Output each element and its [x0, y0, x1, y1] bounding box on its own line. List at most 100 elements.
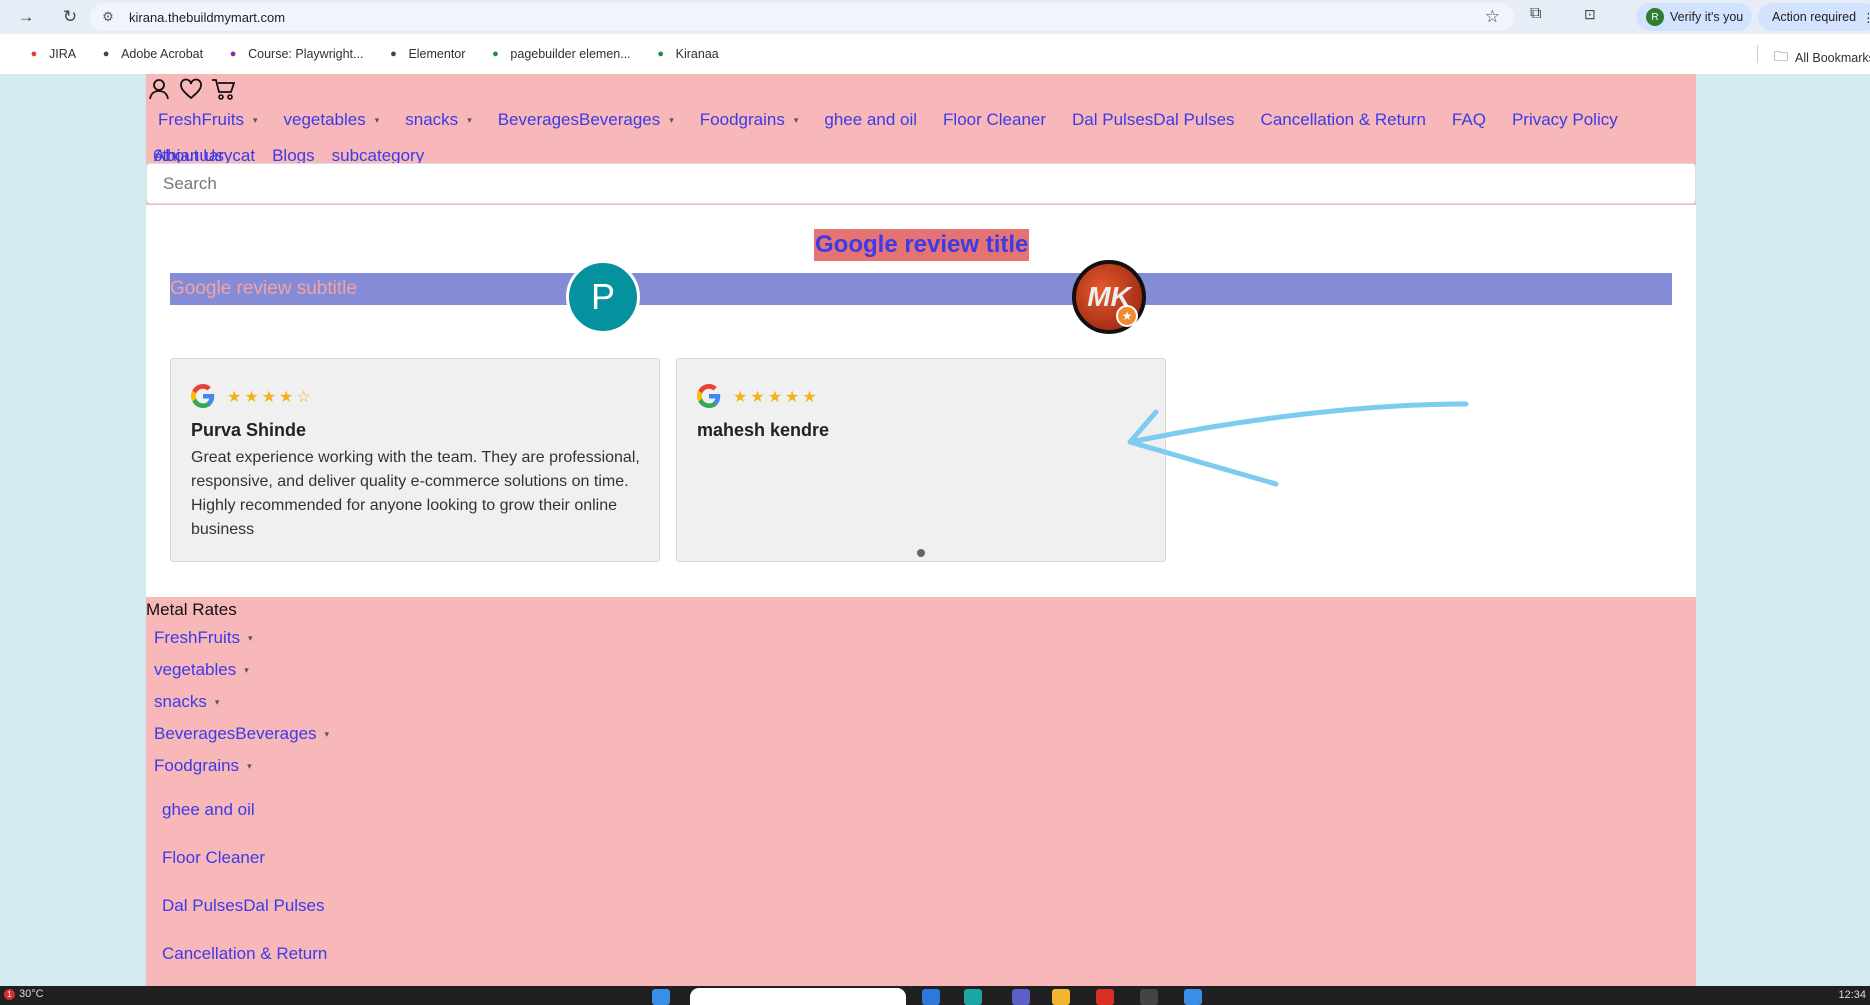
reload-icon[interactable]: ↻: [58, 5, 82, 29]
menu-item[interactable]: BeveragesBeverages ▾: [490, 102, 682, 138]
start-icon[interactable]: [652, 989, 670, 1005]
check-icon: ●: [657, 48, 664, 60]
acrobat-icon: ●: [102, 48, 110, 60]
footer-menu-item[interactable]: Foodgrains ▾: [146, 750, 329, 782]
footer-menu-label: vegetables: [154, 660, 237, 679]
chevron-down-icon: ▾: [467, 114, 472, 125]
menu-item[interactable]: FAQ: [1444, 102, 1494, 138]
clock: 12:34: [1838, 989, 1866, 1001]
footer-menu-item[interactable]: FreshFruits ▾: [146, 622, 329, 654]
verify-label: Verify it's you: [1670, 10, 1744, 24]
chrome-icon[interactable]: [1096, 989, 1114, 1005]
footer-menu-item[interactable]: BeveragesBeverages ▾: [146, 718, 329, 750]
folder-icon: 🗀: [1774, 48, 1788, 64]
search-input[interactable]: [147, 164, 1695, 203]
weather-widget[interactable]: 1 30°C: [4, 988, 44, 1000]
address-bar[interactable]: ⚙ kirana.thebuildmymart.com ☆: [90, 3, 1514, 31]
url-text[interactable]: kirana.thebuildmymart.com: [129, 10, 285, 25]
menu-item-label: FAQ: [1451, 110, 1486, 129]
review-title: Google review title: [814, 229, 1030, 261]
menu-item[interactable]: Cancellation & Return: [1253, 102, 1434, 138]
menu-item[interactable]: Floor Cleaner: [935, 102, 1054, 138]
bookmark-item[interactable]: ● JIRA: [26, 46, 76, 62]
menu-item[interactable]: vegetables ▾: [276, 102, 388, 138]
user-icon[interactable]: [146, 76, 172, 102]
chevron-down-icon: ▾: [247, 632, 253, 643]
bookmark-label: JIRA: [49, 47, 77, 61]
weather-temp: 30°C: [19, 988, 44, 1000]
bookmark-item[interactable]: ● pagebuilder elemen...: [487, 46, 631, 62]
verify-profile-button[interactable]: R Verify it's you: [1636, 3, 1752, 31]
all-bookmarks-button[interactable]: 🗀 All Bookmarks: [1774, 46, 1870, 70]
menu-item-label: Cancellation & Return: [1260, 110, 1426, 129]
footer-menu-label: snacks: [154, 692, 207, 711]
rating-stars: ★★★★☆: [227, 389, 314, 406]
reviewer-avatar: P: [566, 260, 640, 334]
bookmark-item[interactable]: ● Course: Playwright...: [225, 46, 364, 62]
footer-menu-label: FreshFruits: [154, 628, 240, 647]
review-subtitle: Google review subtitle: [170, 273, 1672, 305]
bookmark-item[interactable]: ● Elementor: [385, 46, 465, 62]
file-explorer-icon[interactable]: [1052, 989, 1070, 1005]
menu-item[interactable]: Privacy Policy: [1504, 102, 1626, 138]
taskbar-app-icon[interactable]: [1140, 989, 1158, 1005]
action-required-button[interactable]: Action required ⋮: [1758, 3, 1870, 31]
taskbar-app-icon[interactable]: [922, 989, 940, 1005]
taskbar-app-icon[interactable]: [1184, 989, 1202, 1005]
bookmark-label: Course: Playwright...: [248, 47, 364, 61]
bookmark-star-icon[interactable]: ☆: [1485, 7, 1500, 27]
taskbar: 1 30°C 12:34: [0, 986, 1870, 1005]
forward-icon[interactable]: →: [14, 5, 38, 29]
menu-item-label: Dal PulsesDal Pulses: [1072, 110, 1235, 129]
local-guide-badge-icon: ★: [1116, 305, 1138, 327]
footer-menu-item[interactable]: snacks ▾: [146, 686, 329, 718]
chevron-down-icon: ▾: [252, 114, 258, 125]
teams-icon[interactable]: [1012, 989, 1030, 1005]
edge-icon[interactable]: [964, 989, 982, 1005]
menu-item[interactable]: snacks ▾: [397, 102, 479, 138]
menu-item-label: FreshFruits: [158, 110, 244, 129]
site-settings-icon[interactable]: ⚙: [99, 8, 117, 26]
bookmark-label: Elementor: [408, 47, 466, 61]
menu-item[interactable]: ghee and oil: [816, 102, 925, 138]
chevron-down-icon: ▾: [793, 114, 799, 125]
google-logo-icon: [697, 384, 721, 408]
footer-menu-item[interactable]: Floor Cleaner: [146, 834, 329, 882]
footer-menu-item[interactable]: Cancellation & Return: [146, 930, 329, 978]
wishlist-heart-icon[interactable]: [178, 76, 204, 102]
menu-item[interactable]: Dal PulsesDal Pulses: [1064, 102, 1243, 138]
footer-menu-item[interactable]: Dal PulsesDal Pulses: [146, 882, 329, 930]
footer-menu-label: Foodgrains: [154, 756, 240, 775]
cart-icon[interactable]: [210, 76, 236, 102]
menu-item-label: Privacy Policy: [1511, 110, 1618, 129]
tab-search-icon[interactable]: ⊡: [1584, 6, 1596, 23]
bookmark-item[interactable]: ● Adobe Acrobat: [98, 46, 203, 62]
bookmark-label: Kiranaa: [675, 47, 719, 61]
menu-item[interactable]: FreshFruits ▾: [150, 102, 266, 138]
profile-avatar: R: [1646, 8, 1664, 26]
footer-menu-item[interactable]: ghee and oil: [146, 786, 329, 834]
menu-item-label: BeveragesBeverages: [497, 110, 661, 129]
chevron-down-icon: ▾: [244, 664, 249, 675]
rating-stars: ★★★★★: [733, 389, 820, 406]
footer-title: Metal Rates: [146, 600, 237, 619]
annotation-arrow-icon: [1127, 401, 1469, 487]
search-field[interactable]: [146, 163, 1696, 204]
reviewer-name: mahesh kendre: [697, 420, 830, 440]
bookmark-label: pagebuilder elemen...: [510, 47, 631, 61]
all-bookmarks-label: All Bookmarks: [1795, 51, 1870, 65]
carousel-dot[interactable]: [917, 549, 925, 557]
action-label: Action required: [1772, 10, 1857, 24]
extensions-icon[interactable]: ⧉: [1530, 5, 1541, 23]
review-card: ★★★★☆ Purva Shinde Great experience work…: [170, 358, 660, 562]
more-menu-icon[interactable]: ⋮: [1862, 10, 1870, 25]
chevron-down-icon: ▾: [214, 696, 220, 707]
menu-item-label: Foodgrains: [699, 110, 785, 129]
bookmark-item[interactable]: ● Kiranaa: [653, 46, 719, 62]
taskbar-search[interactable]: [690, 988, 906, 1005]
footer-menu-item[interactable]: vegetables ▾: [146, 654, 329, 686]
menu-item-label: Floor Cleaner: [943, 110, 1047, 129]
google-reviews-section: Google review title Google review subtit…: [146, 205, 1696, 597]
menu-item[interactable]: Foodgrains ▾: [692, 102, 807, 138]
chevron-down-icon: ▾: [374, 114, 380, 125]
